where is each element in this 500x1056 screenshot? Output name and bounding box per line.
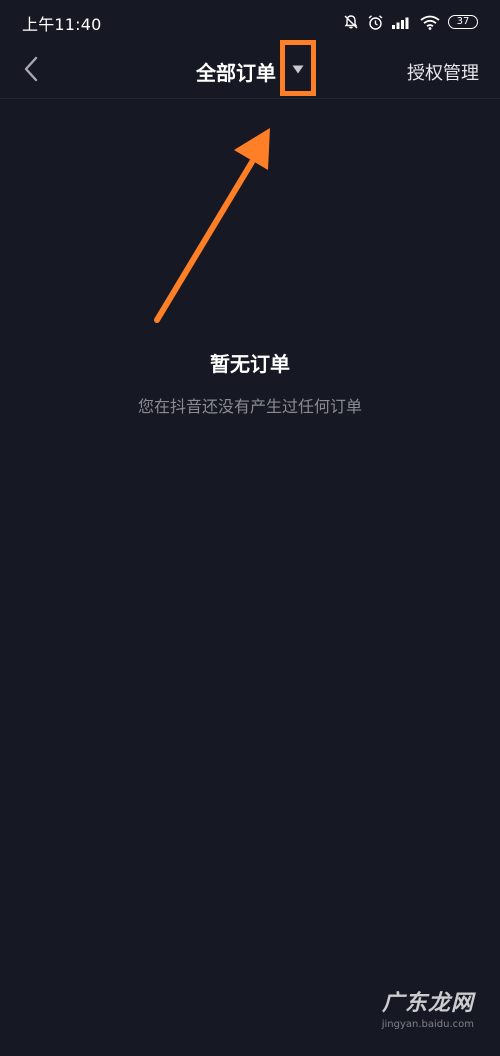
nav-bar: 全部订单 授权管理: [0, 44, 500, 99]
order-filter-dropdown-toggle[interactable]: [280, 40, 316, 96]
status-bar: 上午11:40 37: [0, 0, 500, 44]
wifi-icon: [420, 15, 440, 30]
chevron-left-icon: [23, 56, 39, 86]
alarm-icon: [367, 14, 384, 31]
bell-off-icon: [343, 14, 359, 30]
page-title[interactable]: 全部订单: [196, 57, 276, 86]
status-time: 上午11:40: [22, 15, 102, 34]
signal-icon: [392, 15, 412, 29]
watermark-brand: 广东龙网: [381, 991, 474, 1016]
empty-state-title: 暂无订单: [210, 352, 290, 376]
annotation-arrow: [154, 128, 270, 323]
watermark-url: jingyan.baidu.com: [381, 1019, 474, 1030]
status-icons: 37: [343, 10, 478, 34]
watermark: 广东龙网 jingyan.baidu.com: [382, 985, 474, 1030]
empty-state-description: 您在抖音还没有产生过任何订单: [137, 397, 362, 416]
back-button[interactable]: [12, 52, 50, 90]
caret-down-icon: [292, 59, 304, 78]
battery-icon: 37: [448, 15, 478, 29]
authorization-management-link[interactable]: 授权管理: [407, 59, 479, 85]
